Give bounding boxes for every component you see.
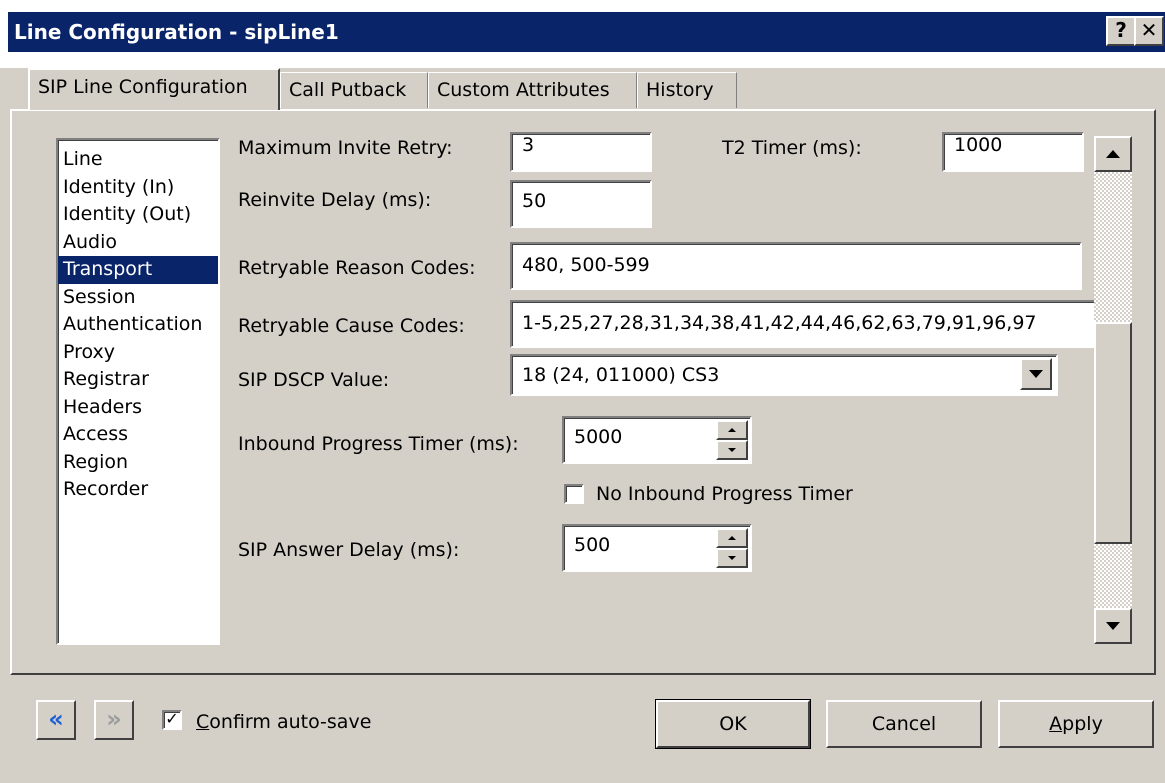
list-item[interactable]: Authentication	[58, 311, 218, 339]
sip-answer-delay-stepper[interactable]: 500	[562, 524, 752, 572]
help-button[interactable]: ?	[1106, 16, 1136, 46]
close-icon: ✕	[1140, 18, 1158, 42]
double-chevron-right-icon: »	[106, 705, 122, 733]
window-title: Line Configuration - sipLine1	[14, 20, 339, 44]
list-item[interactable]: Access	[58, 421, 218, 449]
list-item[interactable]: Region	[58, 449, 218, 477]
list-item-selected[interactable]: Transport	[58, 256, 218, 284]
list-item[interactable]: Registrar	[58, 366, 218, 394]
sip-dscp-label: SIP DSCP Value:	[238, 369, 390, 391]
scrollbar-thumb[interactable]	[1094, 322, 1132, 544]
ok-button[interactable]: OK	[655, 699, 811, 749]
tab-sip-line-configuration[interactable]: SIP Line Configuration	[28, 68, 280, 110]
tab-label: Custom Attributes	[437, 79, 610, 101]
list-item[interactable]: Identity (Out)	[58, 201, 218, 229]
retryable-reason-codes-label: Retryable Reason Codes:	[238, 257, 476, 279]
button-label: OK	[719, 713, 747, 735]
tab-label: SIP Line Configuration	[38, 76, 248, 98]
reinvite-delay-label: Reinvite Delay (ms):	[238, 189, 432, 211]
sip-dscp-select[interactable]: 18 (24, 011000) CS3	[510, 354, 1058, 396]
list-item[interactable]: Audio	[58, 229, 218, 257]
retryable-cause-codes-label: Retryable Cause Codes:	[238, 315, 465, 337]
button-label: pply	[1062, 713, 1103, 735]
no-inbound-progress-timer-checkbox[interactable]	[564, 484, 584, 504]
t2-timer-input[interactable]: 1000	[942, 132, 1084, 172]
next-button[interactable]: »	[94, 700, 134, 740]
list-item[interactable]: Proxy	[58, 339, 218, 367]
list-item[interactable]: Line	[58, 146, 218, 174]
chevron-down-icon	[1029, 370, 1043, 378]
list-item[interactable]: Headers	[58, 394, 218, 422]
arrow-up-icon	[728, 536, 736, 540]
t2-timer-label: T2 Timer (ms):	[722, 137, 862, 159]
sip-answer-delay-label: SIP Answer Delay (ms):	[238, 539, 460, 561]
field-value: 1000	[954, 134, 1003, 156]
spin-up-button[interactable]	[716, 420, 748, 440]
field-value: 1-5,25,27,28,31,34,38,41,42,44,46,62,63,…	[522, 312, 1037, 334]
list-item[interactable]: Session	[58, 284, 218, 312]
scroll-down-button[interactable]	[1094, 608, 1132, 644]
inbound-progress-timer-stepper[interactable]: 5000	[562, 416, 752, 464]
list-item[interactable]: Identity (In)	[58, 174, 218, 202]
title-bar[interactable]: Line Configuration - sipLine1 ? ✕	[8, 12, 1165, 52]
retryable-reason-codes-input[interactable]: 480, 500-599	[510, 242, 1082, 290]
max-invite-retry-label: Maximum Invite Retry:	[238, 137, 453, 159]
field-value: 500	[574, 534, 611, 556]
field-value: 50	[522, 190, 547, 212]
scroll-up-button[interactable]	[1094, 136, 1132, 172]
tab-call-putback[interactable]: Call Putback	[280, 72, 428, 108]
dropdown-button[interactable]	[1020, 358, 1052, 390]
arrow-down-icon	[728, 448, 736, 452]
arrow-up-icon	[1106, 150, 1120, 158]
field-value: 5000	[574, 426, 623, 448]
tab-custom-attributes[interactable]: Custom Attributes	[428, 72, 637, 108]
confirm-autosave-checkbox[interactable]: ✓	[162, 710, 182, 730]
list-item[interactable]: Recorder	[58, 476, 218, 504]
double-chevron-left-icon: «	[48, 705, 64, 733]
no-inbound-progress-timer-label[interactable]: No Inbound Progress Timer	[596, 482, 853, 506]
label-text: onfirm auto-save	[209, 711, 372, 733]
inbound-progress-timer-label: Inbound Progress Timer (ms):	[238, 433, 519, 455]
arrow-up-icon	[728, 428, 736, 432]
reinvite-delay-input[interactable]: 50	[510, 180, 652, 228]
field-value: 18 (24, 011000) CS3	[522, 364, 720, 386]
button-label: Cancel	[871, 713, 937, 735]
retryable-cause-codes-input[interactable]: 1-5,25,27,28,31,34,38,41,42,44,46,62,63,…	[510, 300, 1100, 348]
tab-label: Call Putback	[289, 79, 407, 101]
tab-history[interactable]: History	[637, 72, 737, 108]
tab-label: History	[646, 79, 714, 101]
confirm-autosave-label[interactable]: Confirm auto-save	[196, 710, 371, 734]
check-icon: ✓	[165, 709, 179, 728]
accelerator-key: A	[1049, 713, 1063, 735]
category-list[interactable]: Line Identity (In) Identity (Out) Audio …	[56, 138, 220, 645]
arrow-down-icon	[1106, 622, 1120, 630]
spin-down-button[interactable]	[716, 548, 748, 568]
cancel-button[interactable]: Cancel	[826, 700, 982, 748]
field-value: 3	[522, 134, 535, 156]
accelerator-key: C	[196, 711, 210, 733]
close-button[interactable]: ✕	[1134, 16, 1164, 46]
arrow-down-icon	[728, 556, 736, 560]
field-value: 480, 500-599	[522, 254, 650, 276]
help-icon: ?	[1115, 18, 1127, 42]
spin-down-button[interactable]	[716, 440, 748, 460]
previous-button[interactable]: «	[36, 700, 76, 740]
max-invite-retry-input[interactable]: 3	[510, 132, 652, 172]
spin-up-button[interactable]	[716, 528, 748, 548]
apply-button[interactable]: Apply	[998, 700, 1154, 748]
